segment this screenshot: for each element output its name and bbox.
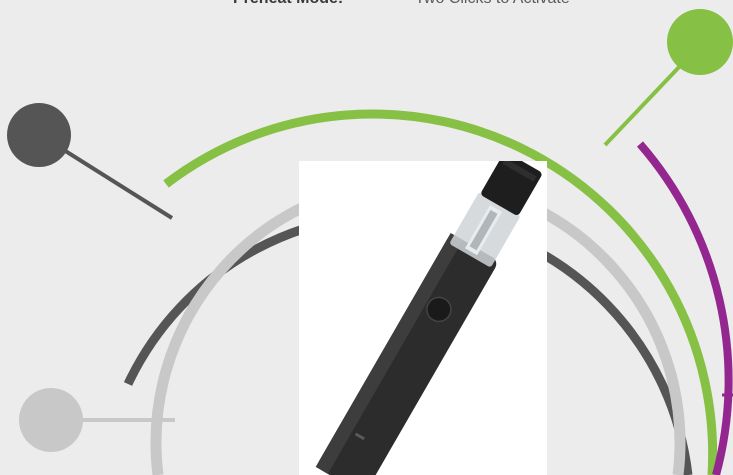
feature-diagram: Preheat Mode: Two Clicks to Activate bbox=[0, 0, 733, 475]
product-image bbox=[299, 161, 547, 475]
vape-pen-icon bbox=[315, 161, 542, 475]
light-circle-node bbox=[19, 388, 83, 452]
green-circle-node bbox=[667, 9, 733, 75]
dark-circle-node bbox=[7, 103, 71, 167]
